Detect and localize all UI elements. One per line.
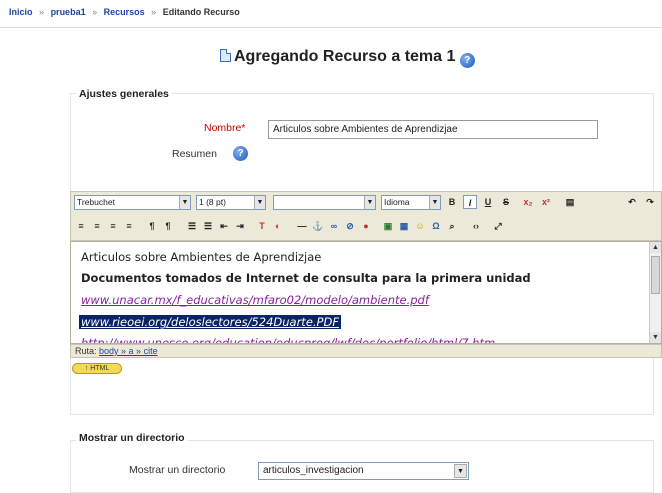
indent-icon[interactable]: ⇥ [233, 219, 247, 233]
summary-label: Resumen [172, 148, 217, 160]
help-icon[interactable]: ? [459, 53, 475, 68]
align-center-icon[interactable]: ≡ [90, 219, 104, 233]
chevron-down-icon: ▼ [454, 464, 467, 478]
search-replace-icon[interactable]: ⌕ [445, 219, 459, 233]
summary-help-icon[interactable]: ? [233, 146, 248, 161]
breadcrumb-separator: » [39, 7, 45, 17]
editor-toolbar: Trebuchet ▼ 1 (8 pt) ▼ ▼ Idioma ▼ B I U S x… [70, 191, 662, 241]
superscript-icon[interactable]: x² [539, 195, 553, 209]
directory-value: articulos_investigacion [263, 465, 364, 476]
image-icon[interactable]: ▣ [381, 219, 395, 233]
anchor-icon[interactable]: ⚓ [311, 219, 325, 233]
unlink-icon[interactable]: ⊘ [343, 219, 357, 233]
rtl-icon[interactable]: ¶ [161, 219, 175, 233]
undo-icon[interactable]: ↶ [625, 195, 639, 209]
page-title-text: Agregando Recurso a tema 1 [234, 48, 456, 65]
chevron-down-icon: ▼ [254, 196, 265, 209]
align-left-icon[interactable]: ≡ [74, 219, 88, 233]
breadcrumb-separator: » [92, 7, 98, 17]
unordered-list-icon[interactable]: ☰ [201, 219, 215, 233]
editor-path-bar: Ruta: body » a » cite [70, 344, 662, 358]
font-size-select[interactable]: 1 (8 pt) ▼ [196, 195, 266, 210]
nolink-icon[interactable]: ● [359, 219, 373, 233]
scroll-down-icon[interactable]: ▼ [650, 332, 661, 343]
toggle-html-button[interactable]: ↑ HTML [72, 363, 122, 374]
background-color-icon[interactable]: ◐ [271, 219, 285, 233]
breadcrumb-current: Editando Recurso [162, 7, 240, 17]
italic-button[interactable]: I [463, 195, 477, 209]
horizontal-rule-icon[interactable]: — [295, 219, 309, 233]
resource-doc-icon [220, 49, 231, 62]
directory-legend: Mostrar un directorio [76, 432, 188, 444]
chevron-down-icon: ▼ [429, 196, 440, 209]
font-size-value: 1 (8 pt) [199, 197, 226, 207]
name-input[interactable] [268, 120, 598, 139]
path-label: Ruta: [75, 346, 97, 356]
redo-icon[interactable]: ↷ [643, 195, 657, 209]
breadcrumb-inicio[interactable]: Inicio [9, 7, 33, 17]
html-source-icon[interactable]: ‹› [469, 219, 483, 233]
bold-button[interactable]: B [445, 195, 459, 209]
subscript-icon[interactable]: x₂ [521, 195, 535, 209]
path-value[interactable]: body » a » cite [99, 346, 158, 356]
editor-link-rieoei-selected[interactable]: www.rieoei.org/deloslectores/524Duarte.P… [79, 315, 341, 329]
page-title: Agregando Recurso a tema 1 ? [220, 48, 475, 68]
header-divider [0, 27, 662, 28]
scroll-up-icon[interactable]: ▲ [650, 242, 661, 253]
underline-button[interactable]: U [481, 195, 495, 209]
ordered-list-icon[interactable]: ☰ [185, 219, 199, 233]
breadcrumb-resources[interactable]: Recursos [104, 7, 145, 17]
breadcrumb-separator: » [151, 7, 157, 17]
directory-select[interactable]: articulos_investigacion ▼ [258, 462, 469, 480]
align-justify-icon[interactable]: ≡ [122, 219, 136, 233]
strike-button[interactable]: S [499, 195, 513, 209]
link-icon[interactable]: ∞ [327, 219, 341, 233]
scrollbar-thumb[interactable] [651, 256, 660, 294]
align-right-icon[interactable]: ≡ [106, 219, 120, 233]
breadcrumb: Inicio » prueba1 » Recursos » Editando R… [9, 7, 240, 17]
clean-html-icon[interactable]: ▤ [563, 195, 577, 209]
language-value: Idioma [384, 197, 410, 207]
chevron-down-icon: ▼ [179, 196, 190, 209]
table-icon[interactable]: ▦ [397, 219, 411, 233]
name-label: Nombre* [204, 122, 246, 134]
editor-line-title: Articulos sobre Ambientes de Aprendizjae [81, 250, 322, 264]
breadcrumb-course[interactable]: prueba1 [51, 7, 86, 17]
editor-line-description: Documentos tomados de Internet de consul… [81, 271, 531, 285]
rich-text-editor[interactable]: Articulos sobre Ambientes de Aprendizjae… [70, 241, 662, 344]
smiley-icon[interactable]: ☺ [413, 219, 427, 233]
font-family-select[interactable]: Trebuchet ▼ [74, 195, 191, 210]
editor-scrollbar[interactable]: ▲ ▼ [649, 242, 661, 343]
style-select[interactable]: ▼ [273, 195, 376, 210]
directory-label: Mostrar un directorio [129, 464, 226, 476]
chevron-down-icon: ▼ [364, 196, 375, 209]
fullscreen-icon[interactable]: ⤢ [491, 219, 505, 233]
editor-link-partial[interactable]: http://www.unesco.org/education/educprog… [81, 336, 495, 343]
general-settings-legend: Ajustes generales [76, 88, 172, 100]
outdent-icon[interactable]: ⇤ [217, 219, 231, 233]
font-family-value: Trebuchet [77, 197, 115, 207]
special-char-icon[interactable]: Ω [429, 219, 443, 233]
ltr-icon[interactable]: ¶ [145, 219, 159, 233]
language-select[interactable]: Idioma ▼ [381, 195, 441, 210]
text-color-icon[interactable]: T [255, 219, 269, 233]
editor-link-unacar[interactable]: www.unacar.mx/f_educativas/mfaro02/model… [81, 293, 429, 307]
